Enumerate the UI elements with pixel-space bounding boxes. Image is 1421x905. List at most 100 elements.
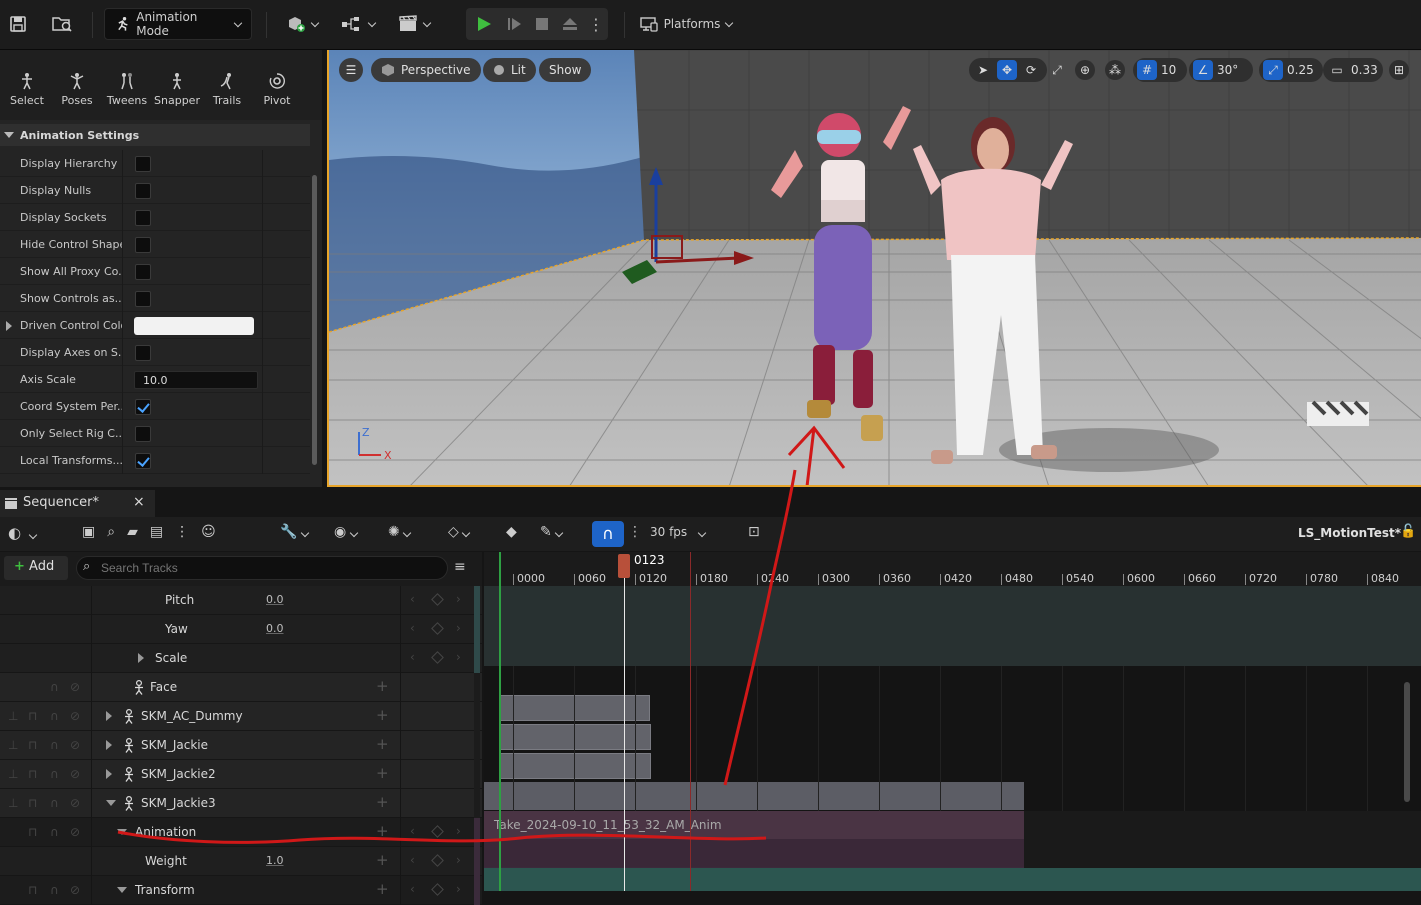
browse-sequence-icon[interactable]: ⌕ xyxy=(107,524,127,540)
color-swatch[interactable] xyxy=(134,317,254,335)
setting-checkbox[interactable] xyxy=(135,237,151,253)
track-row[interactable]: ⊥ ⊓ ∩ ⊘ SKM_Jackie + xyxy=(0,731,482,760)
setting-checkbox[interactable] xyxy=(135,264,151,280)
lock-icon[interactable]: 🔓 xyxy=(1400,524,1416,539)
setting-checkbox[interactable] xyxy=(135,291,151,307)
add-key-icon[interactable]: + xyxy=(376,793,389,811)
add-keyframe-icon[interactable] xyxy=(431,651,444,664)
mode-dropdown[interactable]: Animation Mode xyxy=(104,8,252,40)
rotate-icon[interactable]: ⟳ xyxy=(1021,60,1041,80)
expand-arrow-icon[interactable] xyxy=(6,321,12,331)
level-viewport[interactable]: Z X ☰ Perspective Lit Show ➤ ✥ ⟳ ⤢ ⊕ ⁂ #… xyxy=(327,50,1421,487)
snap-magnet-icon[interactable]: ∩ xyxy=(592,521,624,547)
cinematic-icon[interactable]: ▤ xyxy=(150,524,175,540)
track-row[interactable]: Pitch 0.0 ‹ › xyxy=(0,586,482,615)
add-key-icon[interactable]: + xyxy=(376,822,389,840)
lock-icon[interactable]: ⊓ xyxy=(28,883,37,897)
layout-icon[interactable]: ⊞ xyxy=(1389,60,1409,80)
add-keyframe-icon[interactable] xyxy=(431,883,444,896)
framerate-dropdown[interactable]: 30 fps xyxy=(650,525,707,539)
mode-select[interactable]: Select xyxy=(2,72,52,107)
track-row[interactable]: ⊥ ⊓ ∩ ⊘ SKM_AC_Dummy + xyxy=(0,702,482,731)
scale-snap-toggle[interactable]: ⤢ 0.25 xyxy=(1259,58,1323,82)
mute-icon[interactable]: ⊘ xyxy=(70,883,80,897)
snap-options-icon[interactable]: ⋮ xyxy=(628,524,642,540)
prev-key-icon[interactable]: ‹ xyxy=(410,621,415,635)
key-options-dropdown[interactable]: ◇ xyxy=(448,524,471,540)
add-actor-button[interactable] xyxy=(280,8,324,40)
anim-clip-section[interactable]: Take_2024-09-10_11_53_32_AM_Anim xyxy=(484,811,1024,839)
solo-icon[interactable]: ∩ xyxy=(50,883,59,897)
select-cursor-icon[interactable]: ➤ xyxy=(973,60,993,80)
expand-arrow-icon[interactable] xyxy=(138,653,144,663)
track-row[interactable]: ⊓ ∩ ⊘ Animation + ‹ › xyxy=(0,818,482,847)
solo-icon[interactable]: ∩ xyxy=(50,680,59,694)
jackie3-bar[interactable] xyxy=(484,782,1024,810)
browse-icon[interactable] xyxy=(48,8,76,40)
mode-pivot[interactable]: Pivot xyxy=(252,72,302,107)
prev-key-icon[interactable]: ‹ xyxy=(410,853,415,867)
lock-icon[interactable]: ⊓ xyxy=(28,767,37,781)
more-icon[interactable]: ⋮ xyxy=(175,524,201,540)
next-key-icon[interactable]: › xyxy=(456,853,461,867)
animation-settings-header[interactable]: Animation Settings xyxy=(0,124,310,146)
search-input[interactable] xyxy=(101,560,431,576)
track-value-input[interactable]: 0.0 xyxy=(266,622,284,635)
lock-icon[interactable]: ⊓ xyxy=(28,738,37,752)
track-row[interactable]: ∩ ⊘ Face + xyxy=(0,673,482,702)
prev-key-icon[interactable]: ‹ xyxy=(410,650,415,664)
setting-checkbox[interactable] xyxy=(135,453,151,469)
world-selector-icon[interactable]: ◐ xyxy=(8,524,48,544)
timeline-scrollbar[interactable] xyxy=(1404,682,1410,802)
filter-icon[interactable]: ≡ xyxy=(454,559,466,575)
save-sequence-icon[interactable]: ▣ xyxy=(82,524,107,540)
mute-icon[interactable]: ⊘ xyxy=(70,825,80,839)
collapse-arrow-icon[interactable] xyxy=(117,829,127,835)
lock-icon[interactable]: ⊓ xyxy=(28,825,37,839)
perspective-button[interactable]: Perspective xyxy=(371,58,481,82)
add-key-icon[interactable]: + xyxy=(376,880,389,898)
add-track-button[interactable]: + Add xyxy=(4,556,68,580)
add-keyframe-icon[interactable] xyxy=(431,593,444,606)
pin-icon[interactable]: ⊥ xyxy=(8,738,18,752)
track-row[interactable]: ⊥ ⊓ ∩ ⊘ SKM_Jackie3 + xyxy=(0,789,482,818)
skm-jackie2-section[interactable] xyxy=(500,753,651,779)
advance-frame-icon[interactable] xyxy=(500,8,528,40)
add-keyframe-icon[interactable] xyxy=(431,825,444,838)
mute-icon[interactable]: ⊘ xyxy=(70,738,80,752)
world-space-icon[interactable]: ⊕ xyxy=(1075,60,1095,80)
translate-icon[interactable]: ✥ xyxy=(997,60,1017,80)
mode-poses[interactable]: Poses xyxy=(52,72,102,107)
prev-key-icon[interactable]: ‹ xyxy=(410,592,415,606)
collapse-arrow-icon[interactable] xyxy=(117,887,127,893)
next-key-icon[interactable]: › xyxy=(456,592,461,606)
add-key-icon[interactable]: + xyxy=(376,851,389,869)
solo-icon[interactable]: ∩ xyxy=(50,709,59,723)
playback-options-dropdown[interactable]: ✺ xyxy=(388,524,412,540)
platforms-button[interactable]: Platforms xyxy=(636,8,736,40)
add-keyframe-icon[interactable] xyxy=(431,854,444,867)
actor-icon[interactable]: ☺ xyxy=(201,524,228,540)
eject-icon[interactable] xyxy=(556,8,584,40)
next-key-icon[interactable]: › xyxy=(456,824,461,838)
playhead-handle[interactable] xyxy=(618,554,630,578)
lit-button[interactable]: Lit xyxy=(483,58,536,82)
solo-icon[interactable]: ∩ xyxy=(50,767,59,781)
collapse-arrow-icon[interactable] xyxy=(106,800,116,806)
play-icon[interactable] xyxy=(470,8,498,40)
expand-arrow-icon[interactable] xyxy=(106,711,112,721)
save-icon[interactable] xyxy=(6,8,30,40)
skm-jackie-section[interactable] xyxy=(500,724,651,750)
playback-start-marker[interactable] xyxy=(499,552,501,891)
cinematics-button[interactable] xyxy=(392,8,436,40)
mode-trails[interactable]: Trails xyxy=(202,72,252,107)
track-row[interactable]: Scale ‹ › xyxy=(0,644,482,673)
setting-value-input[interactable]: 10.0 xyxy=(134,371,258,389)
blueprint-button[interactable] xyxy=(336,8,380,40)
track-value-input[interactable]: 1.0 xyxy=(266,854,284,867)
timeline-area[interactable]: Take_2024-09-10_11_53_32_AM_Anim 0123 00… xyxy=(484,552,1421,891)
setting-checkbox[interactable] xyxy=(135,156,151,172)
next-key-icon[interactable]: › xyxy=(456,650,461,664)
tools-dropdown[interactable]: 🔧 xyxy=(280,524,310,540)
add-key-icon[interactable]: + xyxy=(376,764,389,782)
